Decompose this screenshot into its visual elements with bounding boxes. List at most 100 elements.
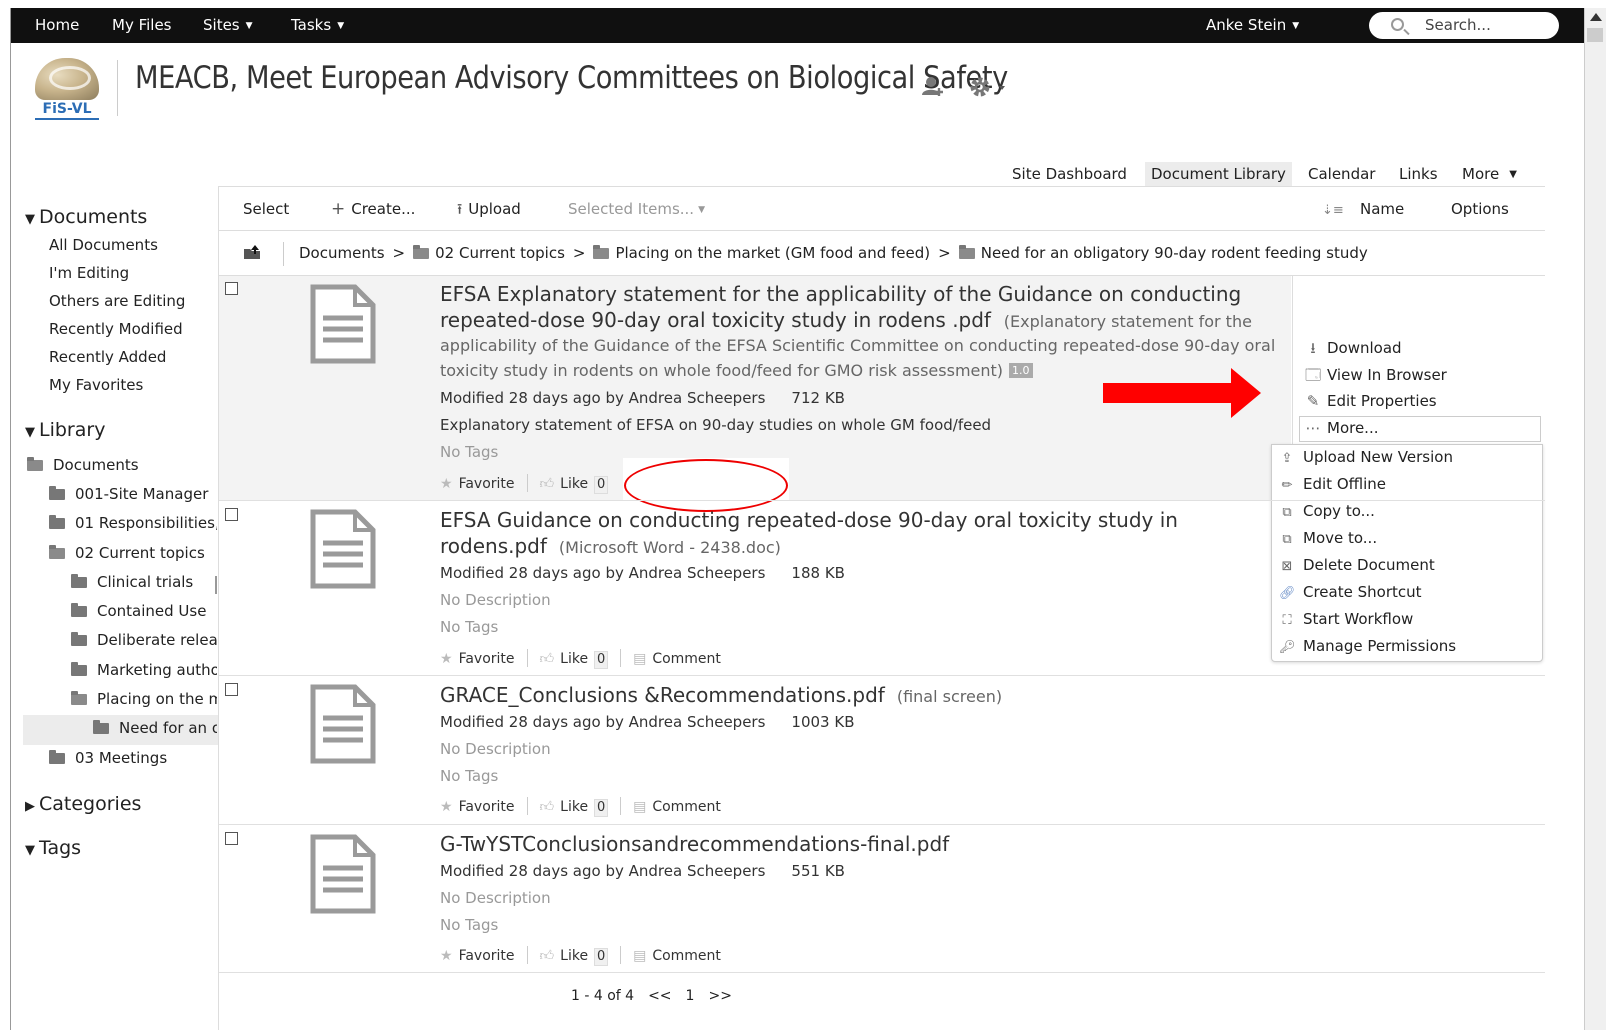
- menu-item-start-workflow[interactable]: ⛶ Start Workflow: [1279, 610, 1413, 628]
- search-input[interactable]: Search...: [1369, 12, 1559, 39]
- filter-recently-modified[interactable]: Recently Modified: [49, 320, 183, 338]
- top-nav-bar: Home My Files Sites ▼ Tasks ▼ Anke Stein ▼ …: [11, 8, 1584, 43]
- pagination-page[interactable]: 1: [686, 988, 695, 1004]
- options-menu-button[interactable]: Options: [1451, 198, 1509, 220]
- breadcrumb-documents[interactable]: Documents: [299, 244, 385, 262]
- folder-icon: [71, 574, 87, 588]
- tree-item-need-for-study[interactable]: Need for an o: [93, 719, 217, 737]
- nav-tasks[interactable]: Tasks ▼: [291, 8, 344, 43]
- tree-item-contained-use[interactable]: Contained Use: [71, 602, 217, 620]
- tree-item-meetings[interactable]: 03 Meetings: [49, 749, 217, 767]
- tree-item-label: 02 Current topics: [75, 544, 205, 562]
- expand-triangle-icon: ▼: [25, 843, 35, 858]
- breadcrumb-divider: [283, 242, 284, 266]
- menu-item-move-to[interactable]: ⧉ Move to...: [1279, 529, 1377, 547]
- breadcrumb-placing-on-market[interactable]: Placing on the market (GM food and feed): [615, 244, 930, 262]
- tree-item-documents[interactable]: Documents: [27, 456, 217, 474]
- view-in-browser-action[interactable]: 🗔 View In Browser: [1305, 365, 1447, 390]
- selected-items-menu[interactable]: Selected Items... ▼: [568, 198, 705, 220]
- menu-item-create-shortcut[interactable]: 🔗︎ Create Shortcut: [1279, 583, 1422, 601]
- filter-im-editing[interactable]: I'm Editing: [49, 264, 129, 282]
- filter-others-editing[interactable]: Others are Editing: [49, 292, 185, 310]
- filter-recently-added[interactable]: Recently Added: [49, 348, 166, 366]
- tree-item-placing-on-market[interactable]: Placing on the m: [71, 690, 217, 708]
- row-checkbox[interactable]: [225, 282, 238, 295]
- document-size: 551 KB: [791, 862, 845, 880]
- folder-open-icon: [71, 691, 87, 705]
- join-site-icon[interactable]: [921, 76, 945, 102]
- scroll-up-arrow-icon[interactable]: [1590, 13, 1602, 21]
- breadcrumb-current-topics[interactable]: 02 Current topics: [435, 244, 565, 262]
- favorite-button[interactable]: ★ Favorite: [440, 948, 515, 964]
- menu-item-copy-to[interactable]: ⧉ Copy to...: [1279, 502, 1375, 520]
- tree-item-label: Deliberate relea: [97, 631, 217, 649]
- folder-up-button[interactable]: [243, 244, 261, 264]
- scroll-thumb[interactable]: [1587, 28, 1603, 42]
- like-button[interactable]: 👍︎ Like: [540, 799, 589, 815]
- nav-sites[interactable]: Sites ▼: [203, 8, 253, 43]
- sort-direction-button[interactable]: ⇣≡: [1322, 198, 1344, 220]
- filter-my-favorites[interactable]: My Favorites: [49, 376, 143, 394]
- menu-item-edit-offline[interactable]: ✏ Edit Offline: [1279, 475, 1386, 493]
- nav-home[interactable]: Home: [35, 8, 79, 43]
- tree-item-marketing-authorisation[interactable]: Marketing autho: [71, 661, 217, 679]
- menu-item-delete-document[interactable]: ⊠ Delete Document: [1279, 556, 1435, 574]
- comment-button[interactable]: ▤ Comment: [633, 651, 721, 667]
- tree-item-clinical-trials[interactable]: Clinical trials: [71, 573, 215, 591]
- filter-all-documents[interactable]: All Documents: [49, 236, 158, 254]
- document-title-link[interactable]: EFSA Explanatory statement for the appli…: [440, 282, 1241, 306]
- user-menu[interactable]: Anke Stein ▼: [1206, 8, 1299, 43]
- favorite-button[interactable]: ★ Favorite: [440, 651, 515, 667]
- like-button[interactable]: 👍︎ Like: [540, 651, 589, 667]
- select-menu-button[interactable]: Select: [243, 198, 289, 220]
- plus-icon: +: [331, 199, 346, 219]
- favorite-button[interactable]: ★ Favorite: [440, 476, 515, 492]
- more-actions-button[interactable]: ⋯ More...: [1305, 419, 1379, 437]
- library-section-toggle[interactable]: ▼ Library: [25, 419, 105, 441]
- site-config-menu[interactable]: [969, 76, 1009, 102]
- create-button[interactable]: + Create...: [331, 198, 415, 220]
- page-title: MEACB, Meet European Advisory Committees…: [135, 60, 1008, 96]
- tree-item-deliberate-release[interactable]: Deliberate relea: [71, 631, 217, 649]
- nav-my-files[interactable]: My Files: [112, 8, 172, 43]
- pagination-prev[interactable]: <<: [648, 988, 671, 1004]
- like-button[interactable]: 👍︎ Like: [540, 948, 589, 964]
- comment-button[interactable]: ▤ Comment: [633, 948, 721, 964]
- tags-section-toggle[interactable]: ▼ Tags: [25, 837, 81, 859]
- site-nav-links[interactable]: Links: [1393, 162, 1444, 186]
- comment-icon: ▤: [633, 799, 647, 815]
- comment-icon: ▤: [633, 948, 647, 964]
- menu-item-manage-permissions[interactable]: 🔑︎ Manage Permissions: [1279, 637, 1456, 655]
- search-icon: [1391, 18, 1404, 31]
- like-button[interactable]: 👍︎ Like: [540, 476, 589, 492]
- vertical-scrollbar[interactable]: [1584, 8, 1606, 1030]
- site-nav-more[interactable]: More ▼: [1456, 162, 1523, 186]
- documents-section-toggle[interactable]: ▼ Documents: [25, 206, 147, 228]
- site-logo[interactable]: FiS-VL: [35, 58, 99, 122]
- document-title-link[interactable]: EFSA Guidance on conducting repeated-dos…: [440, 508, 1178, 532]
- document-actions: ★ Favorite 👍︎ Like 0 ▤ Comment: [440, 946, 721, 966]
- sort-field-button[interactable]: Name: [1360, 198, 1404, 220]
- document-title-link[interactable]: repeated-dose 90-day oral toxicity study…: [440, 308, 991, 332]
- site-nav-dashboard[interactable]: Site Dashboard: [1006, 162, 1133, 186]
- comment-button[interactable]: ▤ Comment: [633, 799, 721, 815]
- row-checkbox[interactable]: [225, 832, 238, 845]
- tree-item-site-manager[interactable]: 001-Site Manager: [49, 485, 217, 503]
- document-title-link[interactable]: rodens.pdf: [440, 534, 547, 558]
- tree-item-current-topics[interactable]: 02 Current topics: [49, 544, 217, 562]
- favorite-button[interactable]: ★ Favorite: [440, 799, 515, 815]
- menu-item-upload-new-version[interactable]: ⇪ Upload New Version: [1279, 448, 1453, 466]
- upload-button[interactable]: ⭱ Upload: [457, 198, 521, 220]
- pagination-next[interactable]: >>: [708, 988, 731, 1004]
- tree-item-responsibilities[interactable]: 01 Responsibilities,: [49, 514, 217, 532]
- edit-properties-action[interactable]: ✎ Edit Properties: [1305, 392, 1437, 410]
- site-nav-calendar[interactable]: Calendar: [1302, 162, 1381, 186]
- row-checkbox[interactable]: [225, 683, 238, 696]
- document-title-link[interactable]: GRACE_Conclusions &Recommendations.pdf: [440, 683, 885, 707]
- row-checkbox[interactable]: [225, 508, 238, 521]
- site-nav-document-library[interactable]: Document Library: [1145, 162, 1292, 186]
- download-action[interactable]: ⭳ Download: [1305, 338, 1401, 363]
- categories-section-toggle[interactable]: ▶ Categories: [25, 793, 141, 815]
- document-title-link[interactable]: G-TwYSTConclusionsandrecommendations-fin…: [440, 832, 949, 856]
- document-description: No Description: [440, 740, 551, 758]
